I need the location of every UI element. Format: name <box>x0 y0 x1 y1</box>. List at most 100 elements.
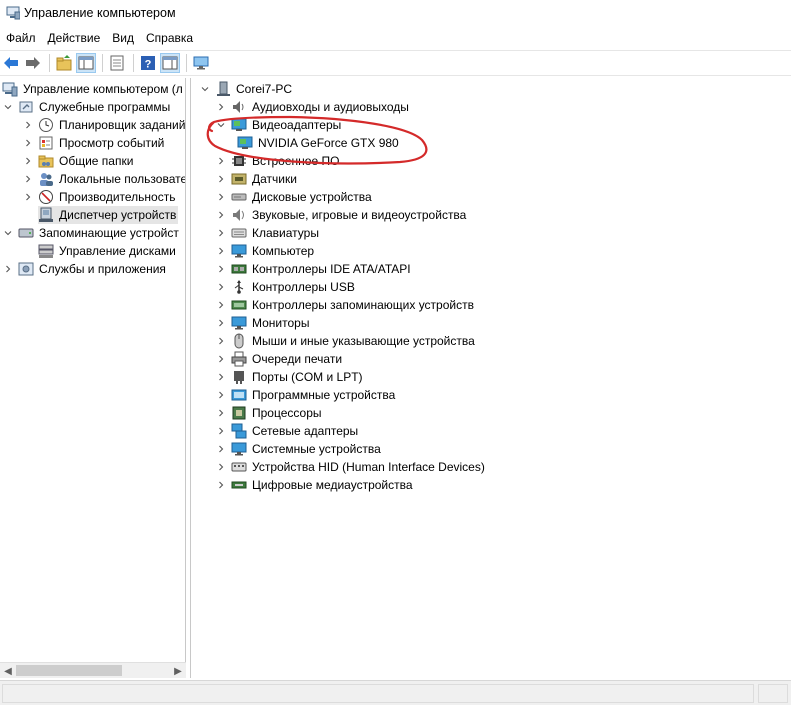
chevron-right-icon[interactable] <box>215 155 227 167</box>
chevron-right-icon[interactable] <box>215 209 227 221</box>
help-button[interactable]: ? <box>138 53 158 73</box>
monitor-button[interactable] <box>191 53 211 73</box>
ide-controller-icon <box>231 261 247 277</box>
tree-item-storage[interactable]: Запоминающие устройст <box>2 224 179 242</box>
tree-item-services-apps[interactable]: Службы и приложения <box>2 260 166 278</box>
navigation-tree[interactable]: Управление компьютером (л Служебные прог… <box>0 78 186 678</box>
chevron-down-icon[interactable] <box>199 83 211 95</box>
device-label: Встроенное ПО <box>252 154 340 168</box>
show-hide-tree-icon <box>78 56 94 70</box>
chevron-right-icon[interactable] <box>215 227 227 239</box>
tree-item-device-manager[interactable]: Диспетчер устройств <box>38 206 178 224</box>
device-category[interactable]: Звуковые, игровые и видеоустройства <box>215 206 466 224</box>
forward-button[interactable] <box>23 53 43 73</box>
show-hide-tree-button[interactable] <box>76 53 96 73</box>
chevron-right-icon[interactable] <box>22 119 34 131</box>
chevron-right-icon[interactable] <box>215 479 227 491</box>
chevron-right-icon[interactable] <box>2 263 14 275</box>
action-pane-button[interactable] <box>160 53 180 73</box>
device-category[interactable]: Дисковые устройства <box>215 188 372 206</box>
device-label: Устройства HID (Human Interface Devices) <box>252 460 485 474</box>
performance-icon <box>38 189 54 205</box>
horizontal-scrollbar[interactable]: ◀ ▶ <box>0 662 186 678</box>
device-category[interactable]: Встроенное ПО <box>215 152 339 170</box>
chevron-right-icon[interactable] <box>215 407 227 419</box>
status-cell <box>2 684 754 703</box>
menu-file[interactable]: Файл <box>0 28 42 48</box>
chevron-right-icon[interactable] <box>215 101 227 113</box>
audio-icon <box>231 99 247 115</box>
chevron-right-icon[interactable] <box>215 281 227 293</box>
chevron-right-icon[interactable] <box>215 461 227 473</box>
device-category[interactable]: Аудиовходы и аудиовыходы <box>215 98 409 116</box>
chevron-right-icon[interactable] <box>215 371 227 383</box>
device-category[interactable]: Процессоры <box>215 404 322 422</box>
chevron-right-icon[interactable] <box>22 191 34 203</box>
scroll-left-icon[interactable]: ◀ <box>0 663 16 679</box>
forward-icon <box>26 57 40 69</box>
chevron-right-icon[interactable] <box>215 191 227 203</box>
device-tree-root[interactable]: Corei7-PC <box>199 80 292 98</box>
device-category[interactable]: Мыши и иные указывающие устройства <box>215 332 475 350</box>
menu-view[interactable]: Вид <box>106 28 140 48</box>
up-folder-button[interactable] <box>54 53 74 73</box>
tree-item-disk-management[interactable]: Управление дисками <box>38 242 176 260</box>
chevron-right-icon[interactable] <box>22 137 34 149</box>
tree-item-computer-management[interactable]: Управление компьютером (л <box>2 80 183 98</box>
chevron-right-icon[interactable] <box>215 317 227 329</box>
device-category[interactable]: Цифровые медиаустройства <box>215 476 413 494</box>
chevron-right-icon[interactable] <box>215 389 227 401</box>
chevron-right-icon[interactable] <box>22 173 34 185</box>
chevron-right-icon[interactable] <box>215 173 227 185</box>
tree-item-label: Планировщик заданий <box>59 118 186 132</box>
tree-item-performance[interactable]: Производительность <box>22 188 175 206</box>
device-category[interactable]: Видеоадаптеры <box>215 116 341 134</box>
chevron-right-icon[interactable] <box>22 155 34 167</box>
toolbar-separator <box>49 54 50 72</box>
device-category[interactable]: Сетевые адаптеры <box>215 422 358 440</box>
chevron-right-icon[interactable] <box>215 263 227 275</box>
menu-action[interactable]: Действие <box>42 28 107 48</box>
device-label: Процессоры <box>252 406 322 420</box>
scrollbar-thumb[interactable] <box>16 665 122 676</box>
chevron-right-icon[interactable] <box>215 335 227 347</box>
device-manager-icon <box>38 207 54 223</box>
device-label: Контроллеры USB <box>252 280 355 294</box>
chevron-down-icon[interactable] <box>215 119 227 131</box>
device-category[interactable]: Клавиатуры <box>215 224 319 242</box>
tree-item-local-users[interactable]: Локальные пользовате <box>22 170 185 188</box>
device-category[interactable]: Контроллеры запоминающих устройств <box>215 296 474 314</box>
menu-help[interactable]: Справка <box>140 28 199 48</box>
device-category[interactable]: Порты (COM и LPT) <box>215 368 363 386</box>
tree-item-system-tools[interactable]: Служебные программы <box>2 98 170 116</box>
device-category[interactable]: Очереди печати <box>215 350 342 368</box>
device-category[interactable]: Контроллеры USB <box>215 278 355 296</box>
device-tree[interactable]: Corei7-PC Аудиовходы и аудиовыходы Видеоа… <box>190 78 791 678</box>
computer-management-icon <box>2 81 18 97</box>
tree-item-shared-folders[interactable]: Общие папки <box>22 152 133 170</box>
chevron-right-icon[interactable] <box>215 425 227 437</box>
device-category[interactable]: Датчики <box>215 170 297 188</box>
display-adapter-icon <box>231 117 247 133</box>
properties-button[interactable] <box>107 53 127 73</box>
device-label: Звуковые, игровые и видеоустройства <box>252 208 467 222</box>
tree-item-task-scheduler[interactable]: Планировщик заданий <box>22 116 185 134</box>
device-category[interactable]: Системные устройства <box>215 440 381 458</box>
tree-item-event-viewer[interactable]: Просмотр событий <box>22 134 164 152</box>
back-button[interactable] <box>1 53 21 73</box>
scroll-right-icon[interactable]: ▶ <box>170 663 186 679</box>
device-category[interactable]: Контроллеры IDE ATA/ATAPI <box>215 260 411 278</box>
device-category[interactable]: Устройства HID (Human Interface Devices) <box>215 458 485 476</box>
shared-folder-icon <box>38 153 54 169</box>
chevron-down-icon[interactable] <box>2 227 14 239</box>
device-category[interactable]: Мониторы <box>215 314 309 332</box>
device-category[interactable]: Компьютер <box>215 242 314 260</box>
chevron-right-icon[interactable] <box>215 443 227 455</box>
toolbar: ? <box>0 50 791 76</box>
chevron-right-icon[interactable] <box>215 245 227 257</box>
device-item[interactable]: NVIDIA GeForce GTX 980 <box>237 134 399 152</box>
chevron-down-icon[interactable] <box>2 101 14 113</box>
device-category[interactable]: Программные устройства <box>215 386 395 404</box>
chevron-right-icon[interactable] <box>215 299 227 311</box>
chevron-right-icon[interactable] <box>215 353 227 365</box>
